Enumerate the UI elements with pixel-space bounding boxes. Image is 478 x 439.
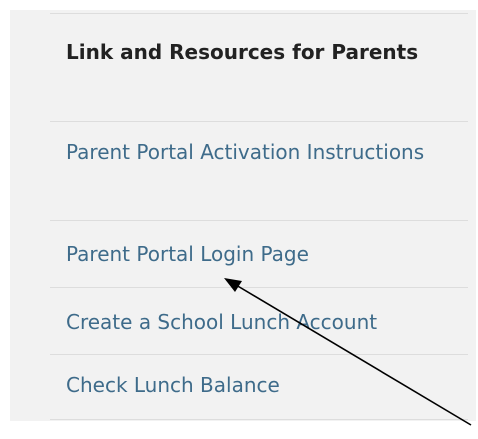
divider-after-activation <box>50 220 468 221</box>
parent-portal-login-link[interactable]: Parent Portal Login Page <box>66 236 456 272</box>
divider-top <box>50 13 468 14</box>
parent-portal-activation-link[interactable]: Parent Portal Activation Instructions <box>66 134 456 170</box>
school-lunch-account-link[interactable]: Create a School Lunch Account <box>66 304 456 340</box>
page-frame: Link and Resources for Parents Parent Po… <box>0 0 478 439</box>
check-lunch-balance-link[interactable]: Check Lunch Balance <box>66 367 456 403</box>
divider-after-lunch-account <box>50 354 468 355</box>
divider-after-login <box>50 287 468 288</box>
parent-resources-panel <box>10 10 476 421</box>
divider-after-heading <box>50 121 468 122</box>
divider-bottom <box>50 419 468 420</box>
parent-resources-heading: Link and Resources for Parents <box>66 40 419 64</box>
